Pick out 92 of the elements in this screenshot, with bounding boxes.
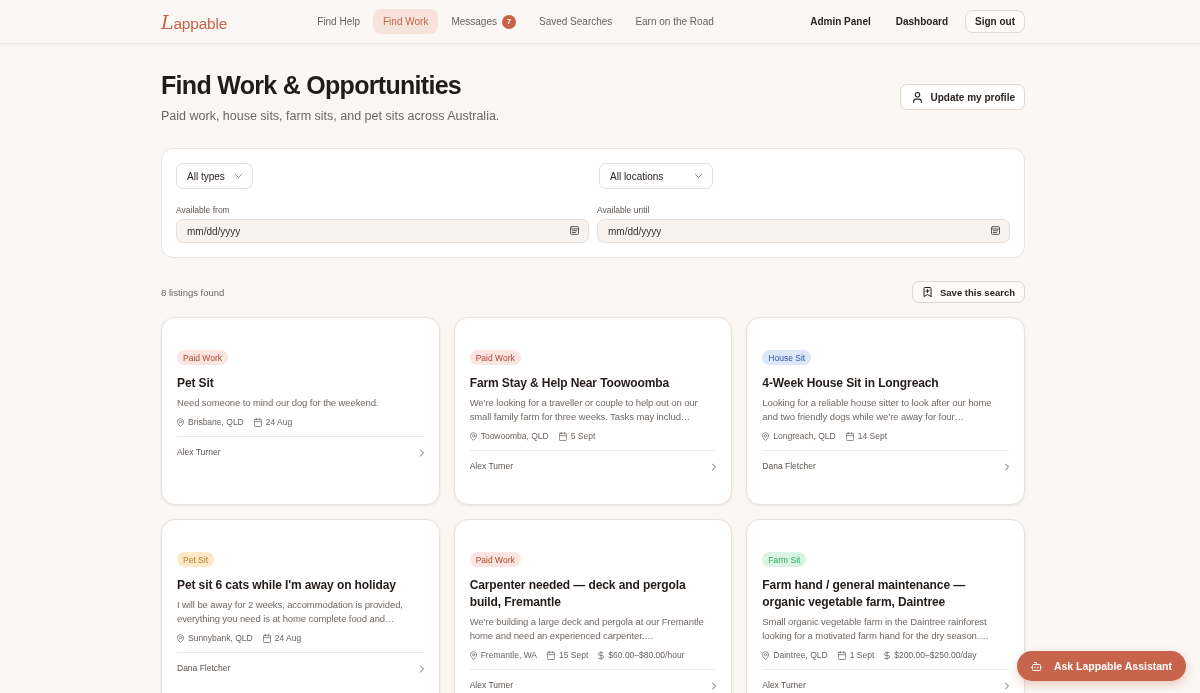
listing-location: Daintree, QLD bbox=[773, 650, 828, 660]
listing-date: 15 Sept bbox=[559, 650, 589, 660]
listing-location: Brisbane, QLD bbox=[188, 417, 244, 427]
author-name: Dana Fletcher bbox=[177, 663, 231, 674]
listing-card[interactable]: House Sit 4-Week House Sit in Longreach Looking for a reliable house sitter to look after our home and two friendly dogs while we’re away for four… Longreach, QLD 14 Sept Dana Fletcher bbox=[746, 317, 1025, 505]
listing-date: 24 Aug bbox=[265, 417, 293, 427]
unread-count-badge: 7 bbox=[502, 14, 516, 29]
listing-card[interactable]: Pet Sit Pet sit 6 cats while I'm away on holiday I will be away for 2 weeks, accommodation is provided, everything you need is at home complete food and… Sunnybank, QLD 24 Aug Dana Fletcher bbox=[161, 519, 440, 693]
category-tag: Paid Work bbox=[469, 350, 521, 365]
chevron-right-icon bbox=[712, 462, 717, 471]
nav-link[interactable]: Messages 7 bbox=[441, 9, 526, 34]
nav-link[interactable]: Find Help bbox=[307, 9, 370, 34]
calendar-icon bbox=[991, 226, 1000, 235]
listing-card[interactable]: Paid Work Farm Stay & Help Near Toowoomba We’re looking for a traveller or couple to help out on our small family farm for three weeks. Tasks may includ… Toowoomba, QLD 5 Sept Alex Turner bbox=[453, 317, 733, 505]
listing-location: Toowoomba, QLD bbox=[480, 431, 549, 441]
date-field[interactable]: mm/dd/yyyy bbox=[176, 219, 589, 243]
category-tag: Pet Sit bbox=[177, 552, 215, 567]
date-field[interactable]: mm/dd/yyyy bbox=[597, 219, 1010, 243]
listing-description: We’re looking for a traveller or couple to help out on our small family farm for three weeks. Tasks may includ… bbox=[469, 396, 699, 424]
type-dropdown[interactable]: All types bbox=[176, 163, 253, 189]
listing-location: Longreach, QLD bbox=[773, 431, 836, 441]
listing-pay: $60.00–$80.00/hour bbox=[608, 650, 685, 660]
location-dropdown[interactable]: All locations bbox=[599, 163, 713, 189]
location-pin-icon bbox=[469, 650, 477, 660]
listing-date: 5 Sept bbox=[570, 431, 596, 441]
robot-icon bbox=[1030, 661, 1042, 671]
chevron-down-icon bbox=[234, 174, 242, 178]
chevron-right-icon bbox=[419, 448, 424, 457]
field-label: Available until bbox=[597, 205, 650, 215]
location-pin-icon bbox=[762, 431, 770, 441]
category-tag: Paid Work bbox=[469, 552, 521, 567]
calendar-icon bbox=[558, 431, 567, 441]
listing-date: 14 Sept bbox=[857, 431, 887, 441]
category-tag: Paid Work bbox=[177, 350, 229, 365]
calendar-icon bbox=[262, 633, 271, 643]
listing-date: 1 Sept bbox=[849, 650, 875, 660]
user-icon bbox=[912, 91, 922, 103]
listing-pay: $200.00–$250.00/day bbox=[894, 650, 977, 660]
nav-link[interactable]: Saved Searches bbox=[529, 9, 623, 34]
listing-card[interactable] bbox=[746, 519, 1025, 693]
calendar-icon bbox=[570, 226, 579, 235]
listing-title: Farm Stay & Help Near Toowoomba bbox=[469, 375, 670, 392]
calendar-icon bbox=[837, 650, 846, 660]
listing-description: I will be away for 2 weeks, accommodation is provided, everything you need is at home complete food and… bbox=[177, 598, 404, 626]
chevron-down-icon bbox=[695, 174, 702, 178]
listing-title: Farm hand / general maintenance — organic vegetable farm, Daintree bbox=[762, 577, 967, 611]
nav-link[interactable]: Admin Panel bbox=[802, 16, 879, 27]
chevron-right-icon bbox=[712, 681, 717, 690]
listing-title: Pet sit 6 cats while I'm away on holiday bbox=[177, 577, 396, 594]
author-name: Alex Turner bbox=[469, 461, 514, 472]
calendar-icon bbox=[253, 417, 262, 427]
ask-assistant-button[interactable]: Ask Lappable Assistant bbox=[1016, 651, 1186, 681]
listing-title: Pet Sit bbox=[177, 375, 214, 392]
sign-out-button[interactable]: Sign out bbox=[965, 10, 1025, 33]
location-pin-icon bbox=[177, 633, 184, 643]
listing-card[interactable]: Paid Work Pet Sit Need someone to mind our dog for the weekend. Brisbane, QLD 24 Aug Alex Turner bbox=[161, 317, 440, 505]
dollar-icon bbox=[598, 650, 605, 660]
listing-location: Sunnybank, QLD bbox=[188, 633, 253, 643]
dollar-icon bbox=[884, 650, 891, 660]
calendar-icon bbox=[547, 650, 556, 660]
listing-description: We’re building a large deck and pergola at our Fremantle home and need an experienced carpenter.… bbox=[469, 615, 705, 643]
page-title: Find Work & Opportunities bbox=[161, 70, 463, 100]
nav-link[interactable]: Earn on the Road bbox=[625, 9, 724, 34]
results-count: 8 listings found bbox=[161, 286, 225, 298]
chevron-right-icon bbox=[1005, 681, 1009, 690]
listing-title: 4-Week House Sit in Longreach bbox=[762, 375, 939, 392]
location-pin-icon bbox=[762, 650, 770, 660]
field-label: Available from bbox=[176, 205, 230, 215]
save-search-button[interactable]: Save this search bbox=[912, 281, 1025, 303]
author-name: Alex Turner bbox=[469, 680, 514, 691]
location-pin-icon bbox=[177, 417, 184, 427]
chevron-right-icon bbox=[1005, 462, 1009, 471]
bookmark-plus-icon bbox=[923, 287, 932, 297]
update-profile-button[interactable]: Update my profile bbox=[899, 84, 1025, 110]
nav-link[interactable]: Dashboard bbox=[887, 16, 956, 27]
logo: Lappable bbox=[161, 10, 228, 33]
author-name: Alex Turner bbox=[762, 680, 806, 691]
listing-description: Small organic vegetable farm in the Daintree rainforest looking for a motivated farm hand for the dry season.… bbox=[762, 615, 990, 643]
listing-card[interactable] bbox=[453, 519, 733, 693]
chevron-right-icon bbox=[419, 664, 424, 673]
listing-description: Looking for a reliable house sitter to look after our home and two friendly dogs while we’re away for four… bbox=[762, 396, 993, 424]
listing-date: 24 Aug bbox=[274, 633, 302, 643]
page-subtitle: Paid work, house sits, farm sits, and pet sits across Australia. bbox=[161, 108, 500, 124]
author-name: Alex Turner bbox=[177, 447, 221, 458]
listing-description: Need someone to mind our dog for the weekend. bbox=[177, 396, 379, 410]
listing-location: Fremantle, WA bbox=[480, 650, 538, 660]
category-tag: House Sit bbox=[762, 350, 812, 365]
listing-title: Carpenter needed — deck and pergola build, Fremantle bbox=[469, 577, 687, 611]
calendar-icon bbox=[845, 431, 854, 441]
category-tag: Farm Sit bbox=[762, 552, 807, 567]
location-pin-icon bbox=[469, 431, 477, 441]
author-name: Dana Fletcher bbox=[762, 461, 816, 472]
